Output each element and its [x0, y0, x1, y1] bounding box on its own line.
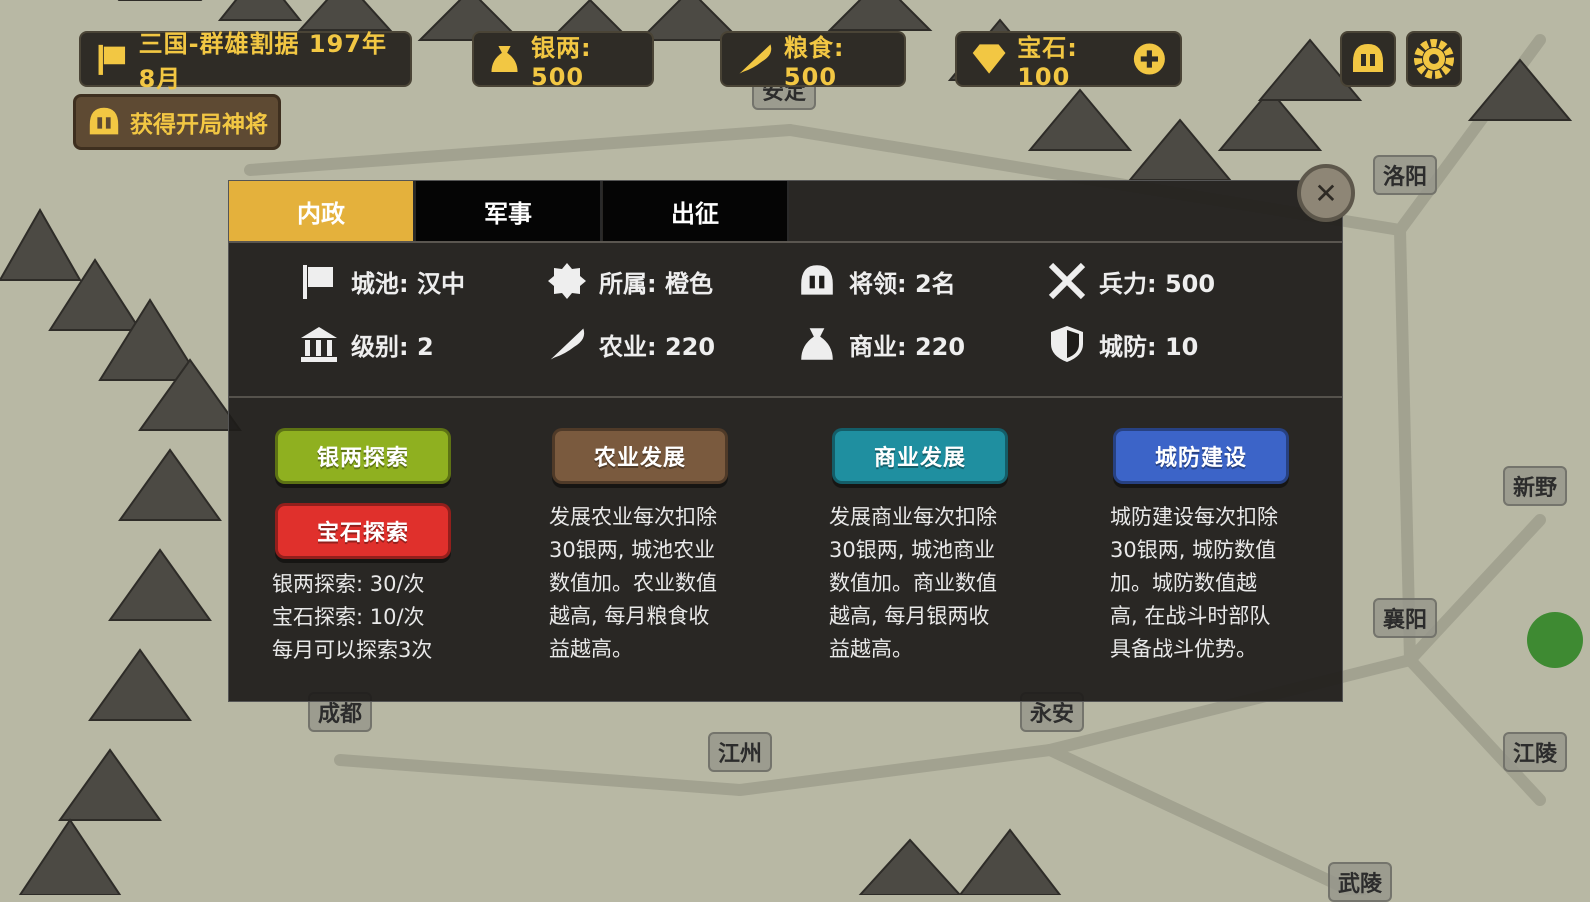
agriculture-description-line: 发展农业每次扣除 [549, 505, 717, 529]
tab-military[interactable]: 军事 [416, 181, 602, 241]
commerce-description: 发展商业每次扣除 30银两, 城池商业 数值加。商业数值 越高, 每月银两收 益… [829, 501, 1019, 666]
badge-icon [548, 263, 586, 299]
city-management-panel: 内政 军事 出征 城池: 汉中 所属: 橙色 将领: 2名 兵力: 500 级别… [228, 180, 1343, 702]
defense-description-line: 30银两, 城防数值 [1110, 538, 1277, 562]
stat-city: 城池: 汉中 [299, 261, 465, 301]
helmet-icon [1353, 44, 1383, 72]
get-starting-general-label: 获得开局神将 [130, 112, 268, 138]
city-label-xiangyang[interactable]: 襄阳 [1373, 598, 1438, 638]
tab-internal-affairs[interactable]: 内政 [229, 181, 415, 241]
bank-icon [301, 327, 337, 362]
get-starting-general-button[interactable]: 获得开局神将 [73, 94, 281, 150]
agriculture-description-line: 越高, 每月粮食收 [549, 604, 710, 628]
tab-divider [229, 241, 1342, 243]
defense-description-line: 城防建设每次扣除 [1110, 505, 1278, 529]
agriculture-description-line: 数值加。农业数值 [549, 571, 717, 595]
feather-icon [739, 44, 772, 74]
settings-button[interactable] [1406, 31, 1462, 87]
stat-generals: 将领: 2名 [797, 261, 956, 301]
shield-icon [1051, 326, 1083, 362]
commerce-description-line: 发展商业每次扣除 [829, 505, 997, 529]
panel-divider [229, 396, 1342, 398]
money-bag-icon [491, 45, 518, 73]
helmet-icon [801, 265, 833, 295]
stat-generals-text: 将领: 2名 [849, 269, 956, 298]
commerce-develop-button[interactable]: 商业发展 [832, 428, 1008, 484]
agriculture-description-line: 30银两, 城池农业 [549, 538, 716, 562]
explore-info: 银两探索: 30/次 宝石探索: 10/次 每月可以探索3次 [272, 568, 462, 667]
helmet-icon [89, 107, 119, 135]
defense-description: 城防建设每次扣除 30银两, 城防数值 加。城防数值越 高, 在战斗时部队 具备… [1110, 501, 1300, 666]
stat-commerce-text: 商业: 220 [849, 332, 966, 361]
agriculture-description-line: 益越高。 [549, 637, 633, 661]
plus-icon[interactable] [1133, 40, 1166, 78]
stat-level-text: 级别: 2 [351, 332, 434, 361]
gem-explore-button[interactable]: 宝石探索 [275, 503, 451, 559]
city-label-luoyang[interactable]: 洛阳 [1373, 155, 1438, 195]
tab-campaign[interactable]: 出征 [603, 181, 789, 241]
defense-description-line: 具备战斗优势。 [1110, 637, 1257, 661]
gem-display: 宝石: 100 [955, 31, 1182, 91]
explore-info-line: 银两探索: 30/次 [272, 572, 425, 596]
commerce-description-line: 益越高。 [829, 637, 913, 661]
silver-value: 银两: 500 [531, 33, 592, 91]
stat-belong-text: 所属: 橙色 [599, 269, 713, 298]
stat-commerce: 商业: 220 [797, 324, 965, 364]
gem-icon [972, 44, 1006, 74]
generals-button[interactable] [1340, 31, 1396, 87]
gear-icon [1414, 39, 1454, 79]
stat-agriculture-text: 农业: 220 [599, 332, 716, 361]
stat-belong: 所属: 橙色 [547, 261, 713, 301]
explore-info-line: 宝石探索: 10/次 [272, 605, 425, 629]
stat-agriculture: 农业: 220 [547, 324, 715, 364]
city-label-jiangzhou[interactable]: 江州 [708, 732, 773, 772]
stat-troops: 兵力: 500 [1047, 261, 1215, 301]
defense-description-line: 加。城防数值越 [1110, 571, 1257, 595]
close-panel-button[interactable]: ✕ [1297, 164, 1355, 222]
close-icon: ✕ [1314, 176, 1338, 210]
grain-value: 粮食: 500 [783, 33, 845, 91]
stat-defense: 城防: 10 [1047, 324, 1198, 364]
agriculture-description: 发展农业每次扣除 30银两, 城池农业 数值加。农业数值 越高, 每月粮食收 益… [549, 501, 739, 666]
date-display: 三国-群雄割据 197年8月 [79, 30, 412, 93]
defense-build-button[interactable]: 城防建设 [1113, 428, 1289, 484]
gem-value: 宝石: 100 [1017, 33, 1078, 91]
money-bag-icon [801, 328, 833, 360]
stat-troops-text: 兵力: 500 [1099, 269, 1216, 298]
feather-icon [550, 328, 585, 360]
city-label-xinye[interactable]: 新野 [1503, 466, 1568, 506]
commerce-description-line: 数值加。商业数值 [829, 571, 997, 595]
game-title-date: 三国-群雄割据 197年8月 [138, 30, 388, 93]
stat-level: 级别: 2 [299, 324, 434, 364]
grain-display: 粮食: 500 [720, 31, 906, 91]
commerce-description-line: 30银两, 城池商业 [829, 538, 996, 562]
city-label-wuling[interactable]: 武陵 [1328, 862, 1393, 902]
swords-icon [1048, 262, 1086, 300]
agriculture-develop-button[interactable]: 农业发展 [552, 428, 728, 484]
city-label-jiangling[interactable]: 江陵 [1503, 732, 1568, 772]
flag-icon [303, 265, 333, 299]
silver-display: 银两: 500 [472, 31, 654, 91]
defense-description-line: 高, 在战斗时部队 [1110, 604, 1271, 628]
commerce-description-line: 越高, 每月银两收 [829, 604, 990, 628]
silver-explore-button[interactable]: 银两探索 [275, 428, 451, 484]
stat-city-text: 城池: 汉中 [351, 269, 465, 298]
flag-icon [98, 44, 126, 75]
explore-info-line: 每月可以探索3次 [272, 638, 433, 662]
stat-defense-text: 城防: 10 [1099, 332, 1199, 361]
